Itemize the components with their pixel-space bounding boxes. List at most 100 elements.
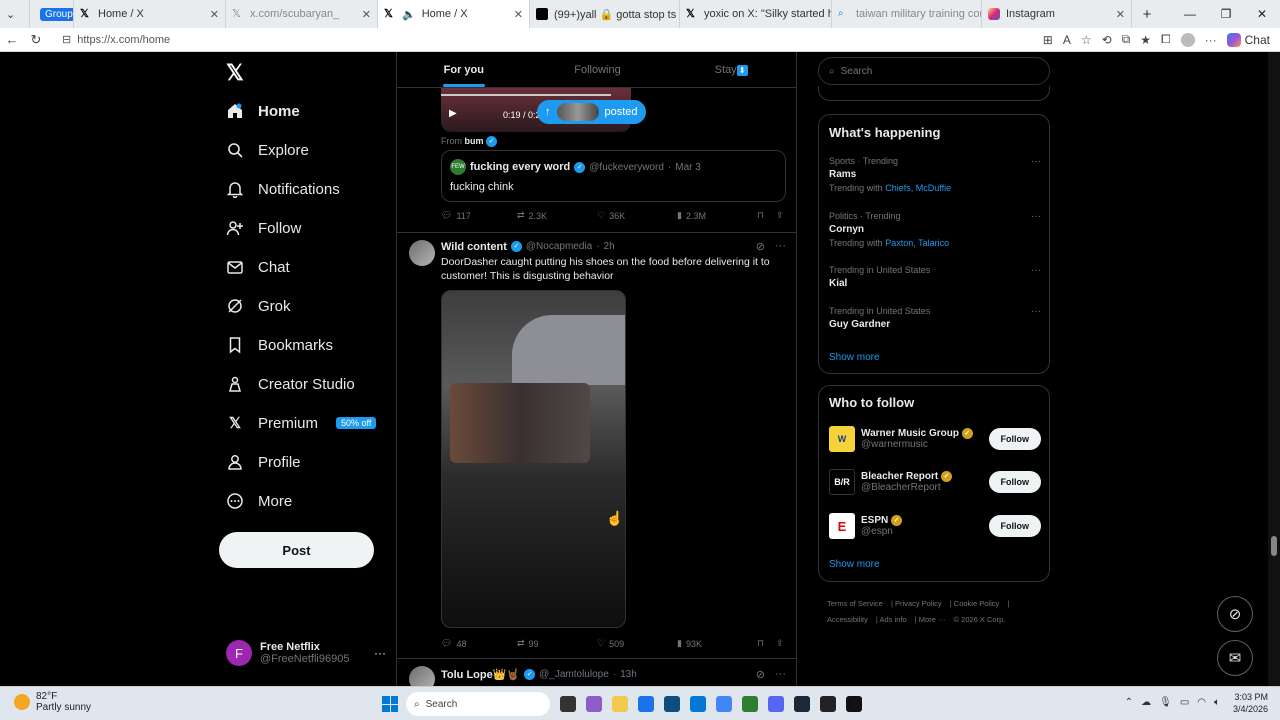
video-progress-bar[interactable] (441, 94, 611, 96)
close-tab-icon[interactable]: ✕ (210, 8, 219, 21)
author-handle[interactable]: @_Jamtolulope (539, 669, 609, 680)
browser-tab-scubaryan[interactable]: 𝕏 x.com/scubaryan_ ✕ (226, 0, 378, 28)
footer-link[interactable]: Privacy Policy (895, 599, 942, 608)
show-more-link[interactable]: Show more (829, 559, 880, 570)
extensions-icon[interactable]: ⟲ (1102, 33, 1112, 47)
tab-following[interactable]: Following (531, 52, 665, 87)
file-explorer-icon[interactable] (612, 696, 628, 712)
post-video[interactable] (441, 290, 626, 628)
more-dots-icon[interactable]: ··· (775, 240, 786, 253)
post-time[interactable]: 13h (620, 669, 637, 680)
views-button[interactable]: ▮ 93K (677, 638, 757, 649)
account-switcher[interactable]: F Free Netflix @FreeNetfli96905 ··· (226, 640, 386, 666)
share-button[interactable]: ⇪ (776, 210, 784, 221)
nav-premium[interactable]: 𝕏 Premium 50% off (226, 414, 377, 432)
bookmark-button[interactable]: ⊓ (757, 638, 764, 649)
footer-link[interactable]: Ads info (880, 615, 907, 624)
page-scrollbar[interactable] (1268, 52, 1280, 686)
like-button[interactable]: ♡ 36K (597, 210, 677, 221)
author-name[interactable]: Wild content (441, 241, 507, 253)
favorites-icon[interactable]: ★ (1140, 33, 1151, 47)
more-dots-icon[interactable]: ··· (1031, 156, 1041, 167)
close-tab-icon[interactable]: ✕ (1116, 8, 1125, 21)
browser-tab-taiwan[interactable]: ⌕ taiwan military training consist - ✕ (832, 0, 982, 28)
collections-icon[interactable]: ⧠ (1161, 32, 1171, 47)
author-name[interactable]: Tolu Lope👑🤘🏾 (441, 668, 520, 681)
like-button[interactable]: ♡ 509 (597, 638, 677, 649)
nav-notifications[interactable]: Notifications (226, 180, 340, 198)
bookmark-button[interactable]: ⊓ (757, 210, 764, 221)
split-screen-icon[interactable]: ⧉ (1122, 32, 1131, 47)
minimize-icon[interactable]: — (1172, 7, 1208, 21)
browser-tab-tiktok[interactable]: (99+)yall 🔒 gotta stop ts 🧭🧭 🧭 ✕ (530, 0, 680, 28)
edge-icon[interactable] (638, 696, 654, 712)
show-more-link[interactable]: Show more (829, 352, 880, 363)
post-time[interactable]: 2h (604, 241, 615, 252)
refresh-icon[interactable]: ↻ (24, 32, 48, 48)
follow-suggestion[interactable]: W Warner Music Group ✓ @warnermusic Foll… (829, 424, 1041, 454)
play-icon[interactable]: ▶ (449, 108, 457, 119)
tab-for-you[interactable]: For you (397, 52, 531, 87)
avatar[interactable] (409, 240, 435, 266)
display-icon[interactable]: ▭ (1180, 697, 1189, 708)
views-button[interactable]: ▮ 2.3M (677, 210, 757, 221)
trend-with-links[interactable]: Chiefs, McDuffie (885, 183, 951, 193)
footer-link[interactable]: Cookie Policy (954, 599, 999, 608)
more-dots-icon[interactable]: ··· (1031, 306, 1041, 317)
from-name[interactable]: bum (465, 136, 484, 146)
wifi-icon[interactable]: ◠ (1197, 697, 1206, 708)
footer-link[interactable]: Terms of Service (827, 599, 883, 608)
reply-button[interactable]: 💬︎ 48 (441, 638, 517, 649)
more-dots-icon[interactable]: ··· (1031, 265, 1041, 276)
profile-avatar-icon[interactable] (1180, 32, 1195, 47)
site-info-icon[interactable]: ⊟ (62, 33, 71, 46)
chrome-icon[interactable] (716, 696, 732, 712)
volume-icon[interactable]: 🔈︎ (1214, 697, 1220, 708)
follow-button[interactable]: Follow (988, 515, 1041, 537)
repost-button[interactable]: ⇄ 2.3K (517, 210, 597, 221)
trend-with-links[interactable]: Paxton, Talarico (885, 238, 949, 248)
speaker-icon[interactable]: 🔈 (402, 8, 416, 21)
author-handle[interactable]: @Nocapmedia (526, 241, 592, 252)
nav-creator-studio[interactable]: Creator Studio (226, 375, 355, 393)
nav-more[interactable]: More (226, 492, 292, 510)
more-dots-icon[interactable]: ··· (1031, 211, 1041, 222)
grok-icon[interactable]: ⊘ (756, 668, 765, 681)
grok-icon[interactable]: ⊘ (756, 240, 765, 253)
github-icon[interactable] (820, 696, 836, 712)
weather-widget[interactable]: 82°F Partly sunny (14, 691, 91, 713)
tab-group-chip[interactable]: Group 1 (30, 0, 74, 28)
url-field[interactable]: ⊟ https://x.com/home (54, 30, 1034, 50)
tab-stay[interactable]: Stay ⬇ (664, 52, 796, 87)
reply-button[interactable]: 💬︎ 117 (441, 210, 517, 221)
app-icon[interactable] (586, 696, 602, 712)
trend-item[interactable]: Politics · Trending Cornyn Trending with… (829, 211, 1041, 248)
scrollbar-thumb[interactable] (1271, 536, 1277, 556)
more-dots-icon[interactable]: ··· (374, 646, 386, 660)
repost-button[interactable]: ⇄ 99 (517, 638, 597, 649)
task-view-icon[interactable] (560, 696, 576, 712)
close-window-icon[interactable]: ✕ (1244, 7, 1280, 21)
mic-icon[interactable]: 🎙︎ (1159, 697, 1172, 708)
footer-link[interactable]: Accessibility (827, 615, 868, 624)
cloud-icon[interactable]: ☁ (1141, 697, 1151, 708)
store-icon[interactable] (664, 696, 680, 712)
grok-float-button[interactable]: ⊘ (1217, 596, 1253, 632)
search-input[interactable]: ⌕ Search (818, 57, 1050, 85)
avatar[interactable] (409, 666, 435, 686)
nav-explore[interactable]: Explore (226, 141, 309, 159)
browser-tab-instagram[interactable]: Instagram ✕ (982, 0, 1132, 28)
close-tab-icon[interactable]: ✕ (362, 8, 371, 21)
taskbar-clock[interactable]: 3:03 PM 3/4/2026 (1233, 691, 1268, 715)
steam-icon[interactable] (794, 696, 810, 712)
nav-home[interactable]: Home (226, 102, 300, 120)
maximize-icon[interactable]: ❐ (1208, 7, 1244, 21)
follow-button[interactable]: Follow (988, 428, 1041, 450)
chevron-up-icon[interactable]: ⌃ (1125, 697, 1133, 708)
settings-menu-icon[interactable]: ··· (1205, 33, 1217, 47)
discord-icon[interactable] (768, 696, 784, 712)
follow-suggestion[interactable]: B/R Bleacher Report ✓ @BleacherReport Fo… (829, 467, 1041, 497)
follow-suggestion[interactable]: E ESPN ✓ @espn Follow (829, 511, 1041, 541)
copilot-button[interactable]: Chat (1226, 32, 1270, 47)
close-tab-icon[interactable]: ✕ (514, 8, 523, 21)
